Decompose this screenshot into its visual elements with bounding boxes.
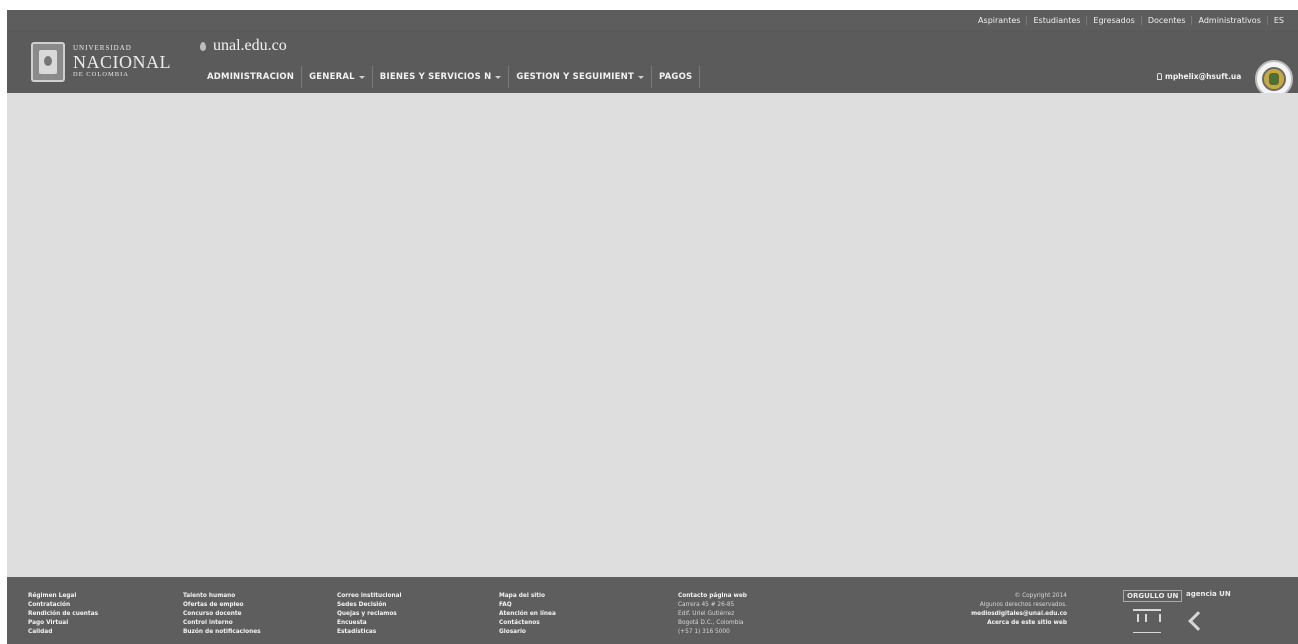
footer-link[interactable]: Pago Virtual [28,619,98,628]
caret-down-icon [495,75,502,79]
link-aspirantes[interactable]: Aspirantes [972,16,1026,25]
orgullo-un-logo[interactable]: ORGULLO UN [1123,590,1183,602]
footer-link[interactable]: Control interno [183,619,261,628]
site-domain-label: unal.edu.co [213,37,287,54]
chevron-left-icon[interactable] [1185,611,1205,631]
footer-link[interactable]: FAQ [499,601,556,610]
footer-link[interactable]: Talento humano [183,592,261,601]
nav-pagos[interactable]: PAGOS [652,66,701,88]
caret-down-icon [358,75,365,79]
footer-contact-line: Edif. Uriel Gutiérrez [678,611,735,617]
footer-link[interactable]: Rendición de cuentas [28,610,98,619]
nav-label: PAGOS [658,72,693,82]
logo-line-3: DE COLOMBIA [73,71,129,79]
footer-logos: ORGULLO UN agencia UN [1123,587,1233,639]
crest-icon [31,42,65,82]
footer-column-4: Mapa del sitio FAQ Atención en línea Con… [499,592,556,637]
logo-line-1: UNIVERSIDAD [73,44,132,53]
footer-column-1: Régimen Legal Contratación Rendición de … [28,592,98,637]
footer-link[interactable]: Mapa del sitio [499,592,556,601]
footer-contact: Contacto página web Carrera 45 # 26-85 E… [678,592,747,637]
contact-email-link[interactable]: mediosdigitales@unal.edu.co [971,610,1067,619]
nav-label: GENERAL [309,72,355,82]
about-site-link[interactable]: Acerca de este sitio web [987,619,1067,628]
main-nav: ADMINISTRACION GENERAL BIENES Y SERVICIO… [200,66,701,88]
footer-link[interactable]: Contratación [28,601,98,610]
link-egresados[interactable]: Egresados [1086,15,1140,25]
rights-text: Algunos derechos reservados. [979,602,1067,608]
footer-contact-line: Carrera 45 # 26-85 [678,602,735,608]
nav-label: ADMINISTRACION [207,72,295,82]
link-estudiantes[interactable]: Estudiantes [1026,15,1086,25]
footer-link[interactable]: Quejas y reclamos [337,610,402,619]
agencia-un-logo[interactable]: agencia UN [1186,590,1231,598]
footer-contact-line: (+57 1) 316 5000 [678,629,730,635]
footer-link[interactable]: Correo institucional [337,592,402,601]
nav-label: GESTION Y SEGUIMIENT [516,72,634,82]
government-building-icon[interactable] [1133,609,1161,633]
nav-administracion[interactable]: ADMINISTRACION [200,66,303,88]
user-menu[interactable]: mphelix@hsuft.ua [1157,72,1241,81]
user-email: mphelix@hsuft.ua [1165,72,1242,81]
university-logo[interactable]: UNIVERSIDAD NACIONAL DE COLOMBIA [31,38,181,86]
copyright-text: © Copyright 2014 [1014,593,1067,599]
footer-link[interactable]: Contáctenos [499,619,556,628]
footer-link[interactable]: Sedes Decisión [337,601,402,610]
site-header: UNIVERSIDAD NACIONAL DE COLOMBIA unal.ed… [7,30,1298,98]
footer-link[interactable]: Glosario [499,628,556,637]
footer-link[interactable]: Ofertas de empleo [183,601,261,610]
footer-contact-line: Bogotá D.C., Colombia [678,620,744,626]
site-footer: Régimen Legal Contratación Rendición de … [7,577,1298,644]
user-icon [1157,73,1162,80]
coat-of-arms-icon [1262,67,1286,91]
nav-general[interactable]: GENERAL [302,66,373,88]
footer-link[interactable]: Concurso docente [183,610,261,619]
top-utility-bar: Aspirantes Estudiantes Egresados Docente… [7,10,1298,30]
link-docentes[interactable]: Docentes [1140,15,1192,25]
footer-copyright: © Copyright 2014 Algunos derechos reserv… [957,592,1067,628]
footer-link[interactable]: Atención en línea [499,610,556,619]
logo-wordmark: UNIVERSIDAD NACIONAL DE COLOMBIA [73,45,171,79]
footer-column-3: Correo institucional Sedes Decisión Quej… [337,592,402,637]
language-selector[interactable]: ES [1266,15,1290,25]
nav-label: BIENES Y SERVICIOS N [379,72,492,82]
footer-link[interactable]: Calidad [28,628,98,637]
location-pin-icon [200,41,206,51]
footer-link[interactable]: Encuesta [337,619,402,628]
site-domain-link[interactable]: unal.edu.co [200,37,287,55]
main-content-area [7,93,1298,577]
footer-link[interactable]: Buzón de notificaciones [183,628,261,637]
browser-viewport: Aspirantes Estudiantes Egresados Docente… [7,10,1298,644]
nav-gestion-y-seguimiento[interactable]: GESTION Y SEGUIMIENT [509,66,652,88]
footer-contact-heading: Contacto página web [678,593,747,599]
nav-bienes-y-servicios[interactable]: BIENES Y SERVICIOS N [373,66,510,88]
link-administrativos[interactable]: Administrativos [1191,15,1266,25]
footer-column-2: Talento humano Ofertas de empleo Concurs… [183,592,261,637]
logo-line-2: NACIONAL [73,52,171,73]
footer-link[interactable]: Régimen Legal [28,592,98,601]
footer-link[interactable]: Estadísticas [337,628,402,637]
caret-down-icon [637,75,644,79]
